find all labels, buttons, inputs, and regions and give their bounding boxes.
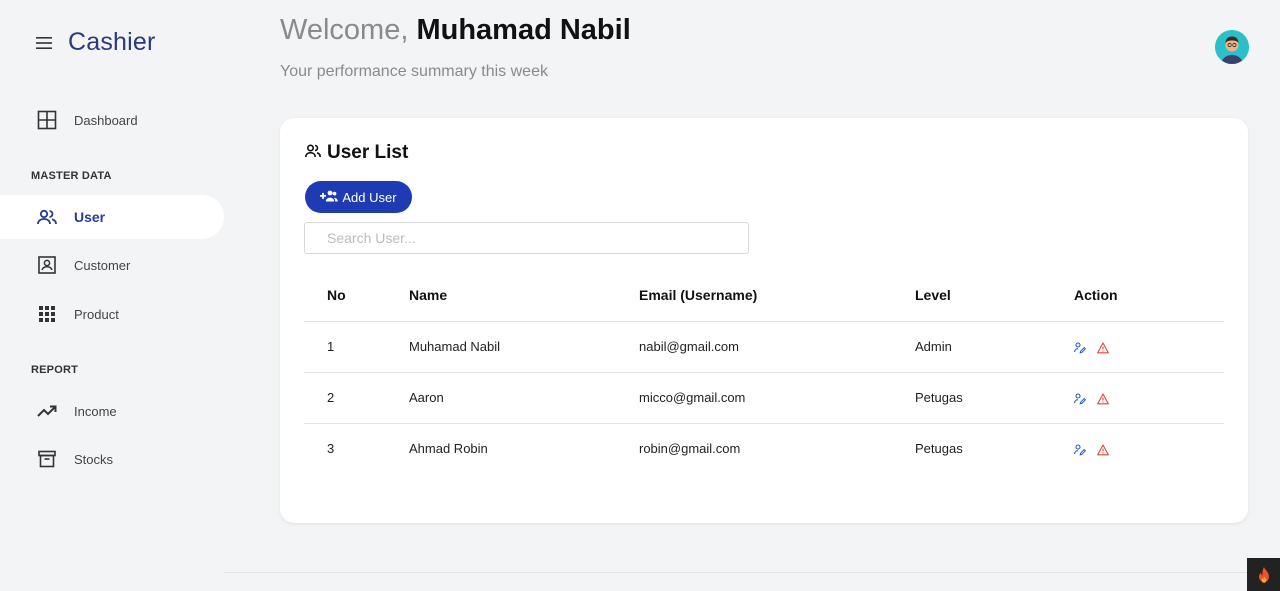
table-row: 1 Muhamad Nabil nabil@gmail.com Admin	[304, 321, 1224, 373]
cell-name: Ahmad Robin	[409, 441, 488, 457]
page-subtitle: Your performance summary this week	[280, 63, 548, 80]
contact-card-icon	[36, 254, 58, 276]
sidebar-item-user[interactable]: User	[0, 195, 224, 239]
section-title-master-data: MASTER DATA	[31, 170, 112, 182]
dashboard-icon	[36, 109, 58, 131]
cell-email: nabil@gmail.com	[639, 321, 915, 373]
column-header-level: Level	[915, 270, 1074, 322]
table-row: 2 Aaron micco@gmail.com Petugas	[304, 372, 1224, 424]
cell-no: 2	[304, 372, 409, 424]
sidebar-item-dashboard[interactable]: Dashboard	[0, 98, 224, 142]
page-title: Welcome, Muhamad Nabil	[280, 14, 631, 47]
cell-name: Aaron	[409, 372, 639, 424]
welcome-user-name: Muhamad Nabil	[416, 14, 631, 46]
user-list-card: User List Add User No Name Email (Userna…	[280, 118, 1248, 523]
welcome-greeting: Welcome,	[280, 14, 409, 46]
sidebar-item-label: User	[74, 209, 106, 225]
cell-no: 1	[304, 321, 409, 373]
app-title: Cashier	[68, 28, 156, 56]
trending-up-icon	[36, 400, 58, 422]
add-user-button-label: Add User	[342, 189, 397, 205]
table-row: 3 Ahmad Robin robin@gmail.com Petugas	[304, 423, 1224, 474]
section-title-report: REPORT	[31, 364, 79, 376]
search-input[interactable]	[304, 222, 749, 254]
cell-email: micco@gmail.com	[639, 372, 915, 424]
column-header-action: Action	[1074, 270, 1224, 322]
table-header-row: No Name Email (Username) Level Action	[304, 270, 1224, 322]
archive-icon	[36, 448, 58, 470]
card-title: User List	[305, 142, 408, 164]
add-user-icon	[320, 190, 339, 205]
column-header-name: Name	[409, 270, 639, 322]
edit-user-icon[interactable]	[1074, 342, 1086, 354]
cell-no: 3	[327, 441, 335, 457]
add-user-button[interactable]: Add User	[305, 181, 412, 213]
delete-warning-icon[interactable]	[1096, 393, 1109, 405]
hamburger-menu-icon[interactable]	[34, 33, 54, 53]
grid-icon	[36, 303, 58, 325]
cell-level: Petugas	[915, 441, 963, 457]
column-header-email: Email (Username)	[639, 270, 915, 322]
cell-action	[1074, 372, 1224, 424]
footer-divider	[224, 572, 1280, 573]
edit-user-icon[interactable]	[1074, 444, 1086, 456]
sidebar-item-stocks[interactable]: Stocks	[0, 437, 224, 481]
user-table: No Name Email (Username) Level Action 1 …	[304, 270, 1224, 474]
cell-name: Muhamad Nabil	[409, 321, 639, 373]
cell-action	[1074, 423, 1224, 474]
delete-warning-icon[interactable]	[1096, 342, 1109, 354]
column-header-no: No	[304, 270, 409, 322]
sidebar-item-label: Customer	[74, 257, 131, 273]
sidebar-item-label: Dashboard	[74, 112, 138, 128]
users-icon	[305, 143, 321, 163]
cell-level: Admin	[915, 321, 1074, 373]
sidebar-item-product[interactable]: Product	[0, 292, 224, 336]
user-avatar-icon	[1215, 30, 1249, 64]
edit-user-icon[interactable]	[1074, 393, 1086, 405]
brand: Cashier	[34, 28, 156, 57]
sidebar-item-label: Product	[74, 306, 119, 322]
flame-icon[interactable]	[1247, 558, 1280, 591]
sidebar-item-label: Stocks	[74, 451, 114, 467]
cell-email: robin@gmail.com	[639, 441, 741, 457]
cell-level: Petugas	[915, 372, 1074, 424]
avatar[interactable]	[1215, 30, 1249, 64]
sidebar-item-customer[interactable]: Customer	[0, 243, 224, 287]
users-icon	[36, 206, 58, 228]
card-title-text: User List	[327, 142, 409, 163]
sidebar: Cashier Dashboard MASTER DATA User Custo…	[0, 0, 224, 591]
delete-warning-icon[interactable]	[1096, 444, 1109, 456]
sidebar-item-label: Income	[74, 403, 117, 419]
cell-action	[1074, 321, 1224, 373]
sidebar-item-income[interactable]: Income	[0, 389, 224, 433]
